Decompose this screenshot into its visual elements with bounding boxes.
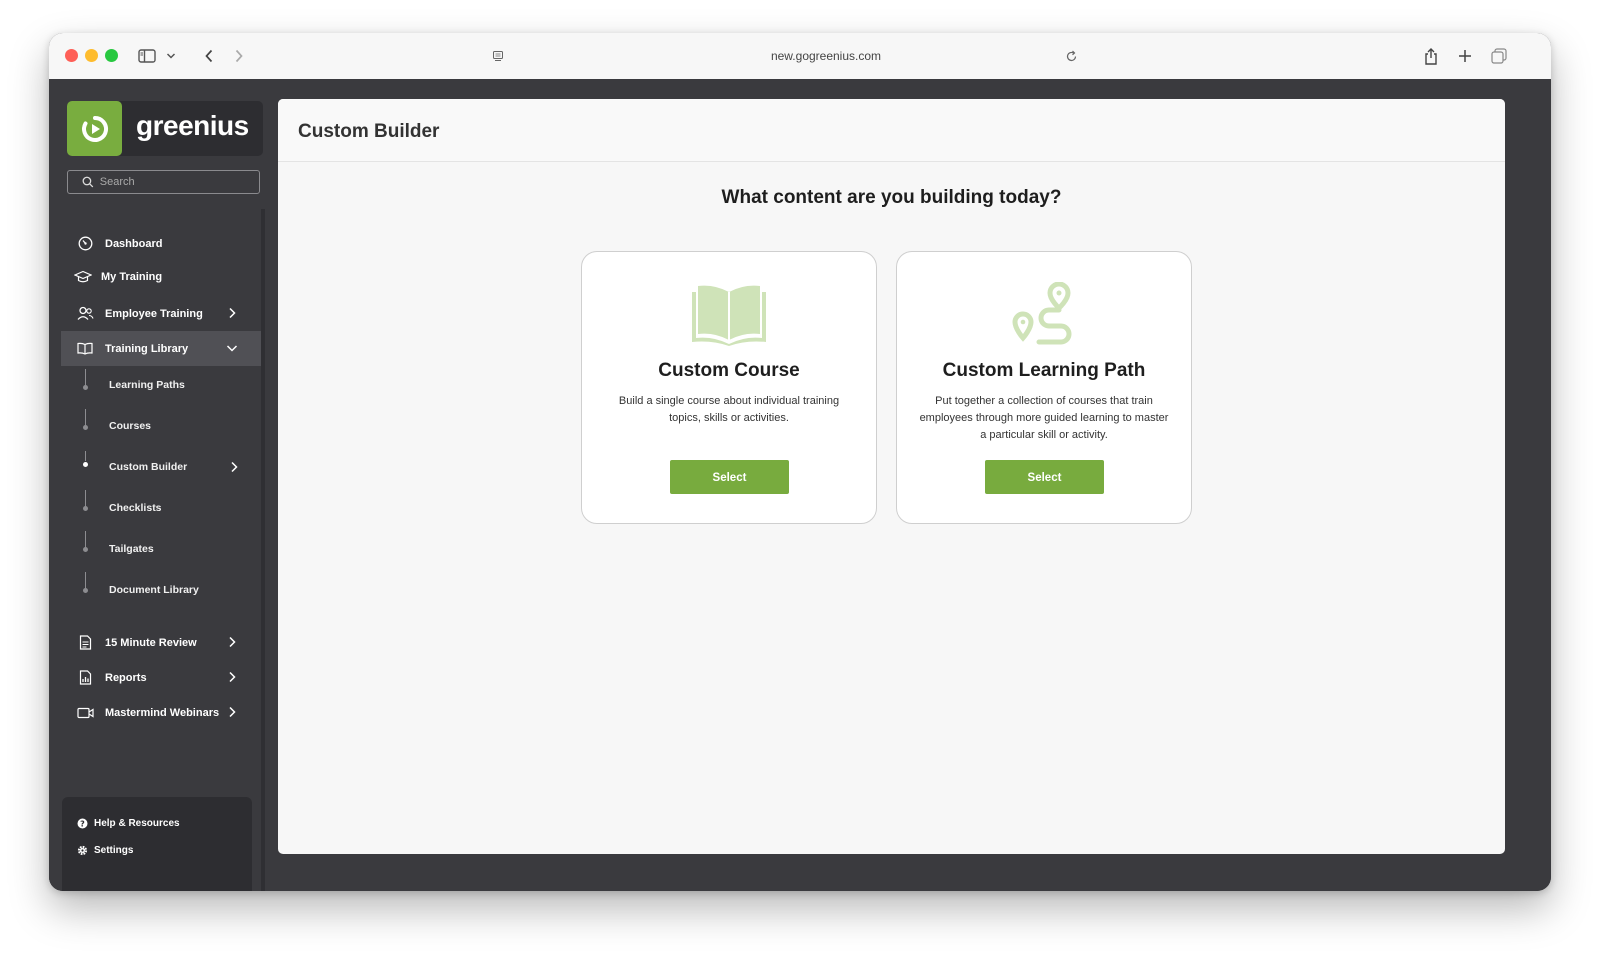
tree-node-dot xyxy=(83,385,88,390)
sidebar-subitem-custom-builder[interactable]: Custom Builder xyxy=(109,457,187,477)
page-header: Custom Builder xyxy=(278,99,1505,162)
close-window-button[interactable] xyxy=(65,49,78,62)
tree-node-dot xyxy=(83,506,88,511)
greenius-logo-icon xyxy=(67,101,122,156)
route-icon xyxy=(897,282,1191,346)
sidebar-item-my-training[interactable]: My Training xyxy=(61,259,261,294)
custom-learning-path-card[interactable]: Custom Learning Path Put together a coll… xyxy=(896,251,1192,524)
select-custom-course-button[interactable]: Select xyxy=(670,460,789,494)
back-arrow-icon[interactable] xyxy=(198,45,220,67)
sidebar-item-dashboard[interactable]: Dashboard xyxy=(61,226,261,261)
chevron-down-icon xyxy=(226,345,238,352)
sidebar-subitem-learning-paths[interactable]: Learning Paths xyxy=(109,375,185,395)
tree-node-dot xyxy=(83,425,88,430)
browser-toolbar: new.gogreenius.com xyxy=(49,33,1551,80)
card-title: Custom Learning Path xyxy=(942,360,1146,381)
sidebar-item-label: 15 Minute Review xyxy=(105,636,197,649)
sidebar-item-reports[interactable]: Reports xyxy=(61,660,261,695)
help-resources-label: Help & Resources xyxy=(94,817,180,829)
sidebar-subitem-checklists[interactable]: Checklists xyxy=(109,498,162,518)
document-icon xyxy=(75,633,95,653)
tree-connector xyxy=(85,451,86,461)
chevron-right-icon xyxy=(229,671,236,683)
brand-name: greenius xyxy=(136,110,249,141)
chevron-right-icon xyxy=(229,636,236,648)
custom-course-card[interactable]: Custom Course Build a single course abou… xyxy=(581,251,877,524)
reader-view-icon[interactable] xyxy=(487,45,509,67)
video-camera-icon xyxy=(75,703,95,723)
report-document-icon xyxy=(75,668,95,688)
sidebar-scrollbar[interactable] xyxy=(261,209,265,891)
forward-arrow-icon[interactable] xyxy=(228,45,250,67)
sidebar-footer: ? Help & Resources Settings xyxy=(62,797,252,891)
help-resources-link[interactable]: ? Help & Resources xyxy=(76,817,180,829)
sidebar-item-mastermind-webinars[interactable]: Mastermind Webinars xyxy=(61,695,261,730)
sidebar-item-15-minute-review[interactable]: 15 Minute Review xyxy=(61,625,261,660)
sidebar-subitem-tailgates[interactable]: Tailgates xyxy=(109,539,154,559)
book-icon xyxy=(582,282,876,346)
search-input[interactable] xyxy=(97,175,259,189)
address-bar[interactable]: new.gogreenius.com xyxy=(731,47,921,65)
minimize-window-button[interactable] xyxy=(85,49,98,62)
sidebar-toggle-icon[interactable] xyxy=(136,45,158,67)
tree-node-dot-active xyxy=(83,462,88,467)
sidebar-item-label: Employee Training xyxy=(105,307,203,320)
sidebar-subitem-document-library[interactable]: Document Library xyxy=(109,580,199,600)
card-description: Put together a collection of courses tha… xyxy=(919,395,1169,441)
tree-node-dot xyxy=(83,547,88,552)
tab-overview-icon[interactable] xyxy=(1488,45,1510,67)
book-open-icon xyxy=(75,339,95,359)
card-description: Build a single course about individual t… xyxy=(618,395,840,424)
browser-window: new.gogreenius.com greenius Search Dashb… xyxy=(49,33,1551,891)
reload-icon[interactable] xyxy=(1060,45,1082,67)
users-icon xyxy=(75,304,95,324)
main-content: Custom Builder What content are you buil… xyxy=(278,99,1505,854)
svg-text:?: ? xyxy=(80,819,85,828)
new-tab-icon[interactable] xyxy=(1454,45,1476,67)
chevron-down-icon[interactable] xyxy=(160,45,182,67)
sidebar-item-label: Training Library xyxy=(105,342,189,355)
settings-label: Settings xyxy=(94,844,134,856)
card-title: Custom Course xyxy=(658,360,800,381)
chevron-right-icon xyxy=(229,307,236,319)
share-icon[interactable] xyxy=(1420,45,1442,67)
sidebar: greenius Dashboard My Training xyxy=(49,79,269,891)
sidebar-item-training-library[interactable]: Training Library xyxy=(61,331,261,366)
help-circle-icon: ? xyxy=(76,817,88,829)
settings-link[interactable]: Settings xyxy=(76,844,133,856)
gear-icon xyxy=(76,844,88,856)
search-icon xyxy=(82,176,94,188)
sidebar-subitem-courses[interactable]: Courses xyxy=(109,416,151,436)
select-custom-learning-path-button[interactable]: Select xyxy=(985,460,1104,494)
page-title: Custom Builder xyxy=(298,121,440,142)
graduation-cap-icon xyxy=(73,267,93,287)
sidebar-item-label: My Training xyxy=(101,270,163,283)
maximize-window-button[interactable] xyxy=(105,49,118,62)
sidebar-item-label: Dashboard xyxy=(105,237,163,250)
brand-logo[interactable]: greenius xyxy=(67,101,263,156)
sidebar-item-label: Reports xyxy=(105,671,147,684)
chevron-right-icon xyxy=(229,706,236,718)
tree-node-dot xyxy=(83,588,88,593)
sidebar-item-employee-training[interactable]: Employee Training xyxy=(61,296,261,331)
builder-question: What content are you building today? xyxy=(721,187,1062,208)
chevron-right-icon[interactable] xyxy=(227,460,241,474)
sidebar-item-label: Mastermind Webinars xyxy=(105,706,220,719)
app-body: greenius Dashboard My Training xyxy=(49,79,1551,891)
dashboard-gauge-icon xyxy=(75,234,95,254)
search-box[interactable] xyxy=(67,170,260,194)
